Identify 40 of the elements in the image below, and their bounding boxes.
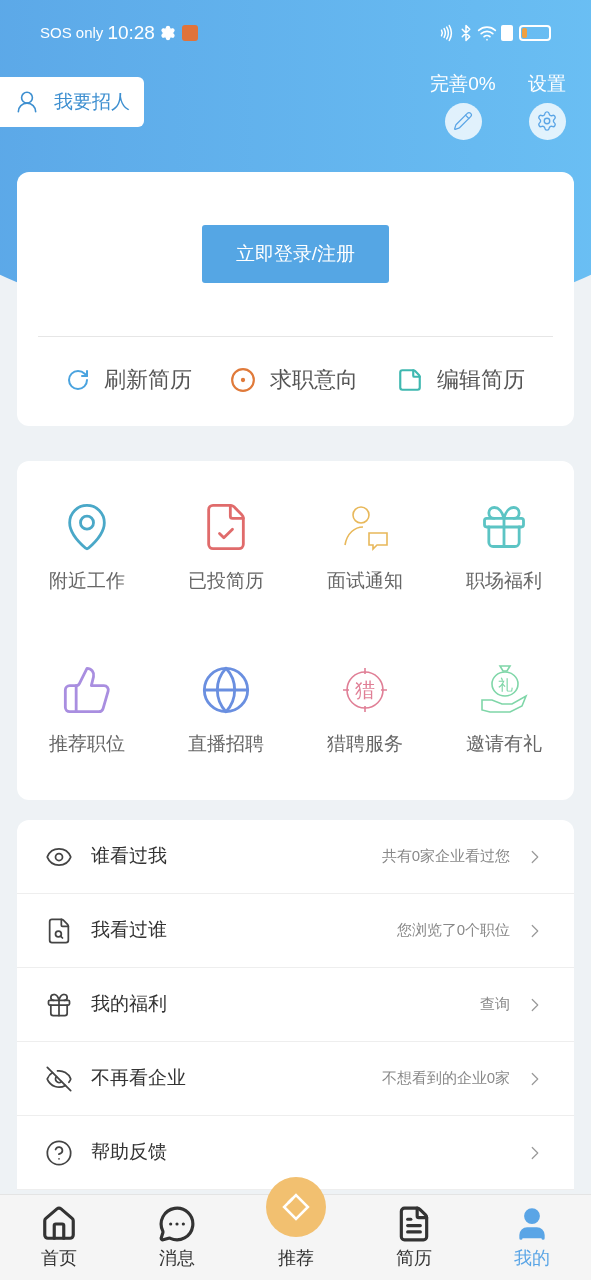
tab-bar-item[interactable]: 消息 bbox=[118, 1166, 237, 1280]
battery-icon bbox=[519, 25, 551, 41]
tab-bar-item[interactable]: 首页 bbox=[0, 1166, 119, 1280]
eye-off-icon bbox=[45, 1064, 73, 1093]
feature-button[interactable]: 推荐职位 bbox=[17, 663, 157, 800]
menu-item-label[interactable]: 我看过谁 bbox=[91, 916, 167, 945]
settings-text: 设置 bbox=[528, 72, 566, 96]
menu-item-label[interactable]: 我的福利 bbox=[91, 990, 167, 1019]
feature-button[interactable]: 面试通知 bbox=[295, 501, 435, 638]
menu-item-label[interactable]: 帮助反馈 bbox=[91, 1138, 167, 1167]
note-icon bbox=[396, 366, 423, 393]
clock-text: 10:28 bbox=[107, 20, 155, 45]
pencil-icon bbox=[453, 111, 473, 131]
menu-item-detail: 您浏览了0个职位 bbox=[396, 920, 510, 941]
feature-button[interactable]: 附近工作 bbox=[17, 501, 157, 638]
menu-item-label[interactable]: 不再看企业 bbox=[91, 1064, 186, 1093]
menu-item-detail: 查询 bbox=[480, 994, 510, 1015]
wifi-icon bbox=[477, 23, 497, 43]
profile-completion-text: 完善0% bbox=[430, 72, 496, 96]
help-icon bbox=[45, 1138, 73, 1167]
tab-bar-item[interactable]: 简历 bbox=[354, 1166, 473, 1280]
refresh-icon bbox=[66, 367, 91, 392]
target-icon bbox=[230, 366, 257, 393]
feature-button[interactable]: 已投简历 bbox=[156, 501, 296, 638]
feature-button[interactable]: 职场福利 bbox=[434, 501, 574, 638]
settings-icon bbox=[536, 110, 558, 132]
menu-item-label[interactable]: 谁看过我 bbox=[91, 842, 167, 871]
feature-button[interactable]: 直播招聘 bbox=[156, 663, 296, 800]
resume-action-button[interactable]: 求职意向 bbox=[230, 363, 359, 396]
feature-button[interactable]: 猎 猎聘服务 bbox=[295, 663, 435, 800]
chat-icon bbox=[158, 1205, 197, 1243]
settings-icon bbox=[159, 25, 176, 41]
carrier-text: SOS only bbox=[40, 22, 104, 43]
menu-item-detail: 共有0家企业看过您 bbox=[381, 846, 510, 867]
resume-action-button[interactable]: 刷新简历 bbox=[66, 363, 193, 396]
resume-action-button[interactable]: 编辑简历 bbox=[396, 363, 525, 396]
menu-item-detail: 不想看到的企业0家 bbox=[381, 1068, 510, 1089]
feature-button[interactable]: 礼 邀请有礼 bbox=[434, 663, 574, 800]
tab-bar-item[interactable]: 推荐 bbox=[236, 1166, 355, 1280]
recruit-button[interactable]: 我要招人 bbox=[0, 77, 144, 127]
